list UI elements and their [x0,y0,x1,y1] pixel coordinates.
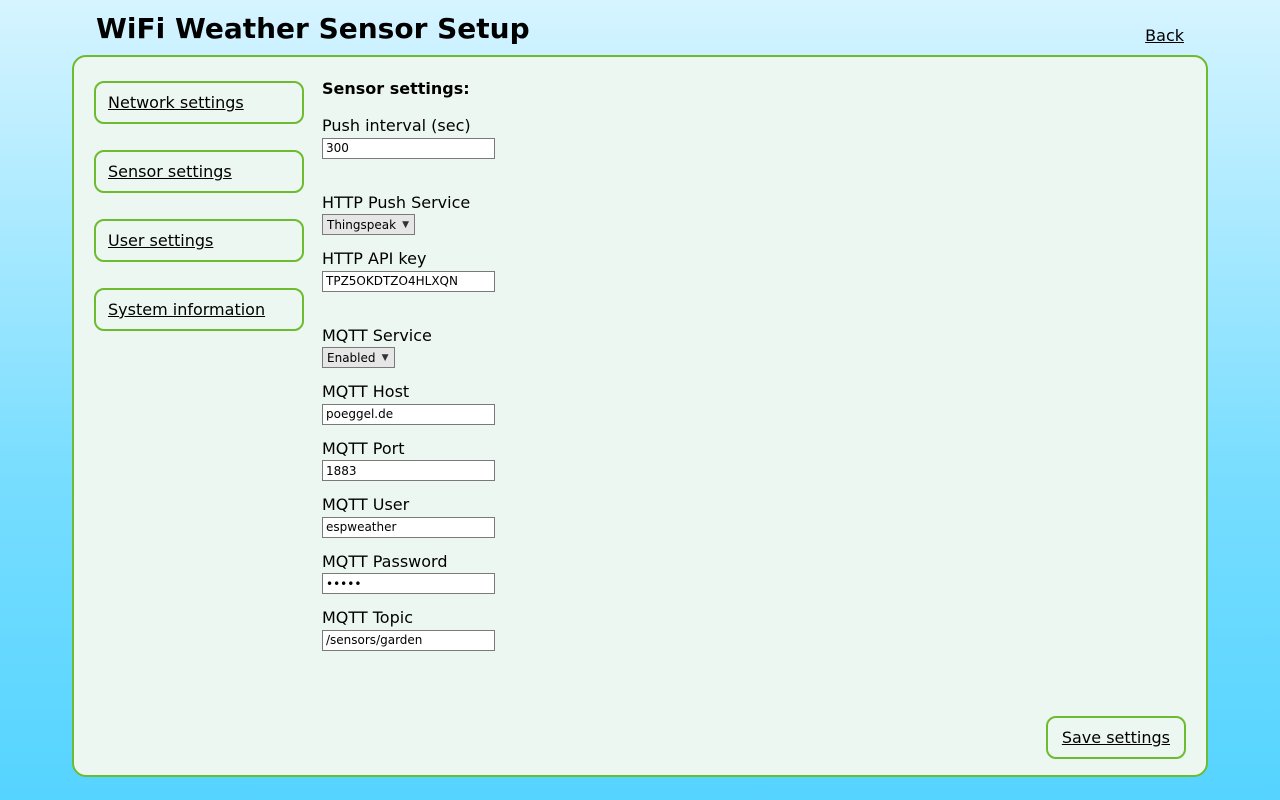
mqtt-user-label: MQTT User [322,495,1186,514]
page-title: WiFi Weather Sensor Setup [96,12,530,45]
mqtt-password-input[interactable] [322,573,495,594]
field-mqtt-user: MQTT User [322,495,1186,538]
mqtt-user-input[interactable] [322,517,495,538]
push-interval-label: Push interval (sec) [322,116,1186,135]
push-interval-input[interactable] [322,138,495,159]
mqtt-password-label: MQTT Password [322,552,1186,571]
http-push-service-select[interactable]: Thingspeak [322,214,415,235]
mqtt-host-input[interactable] [322,404,495,425]
mqtt-host-label: MQTT Host [322,382,1186,401]
mqtt-service-value: Enabled [327,351,376,365]
back-link[interactable]: Back [1145,26,1184,45]
field-mqtt-host: MQTT Host [322,382,1186,425]
field-push-interval: Push interval (sec) [322,116,1186,159]
mqtt-topic-input[interactable] [322,630,495,651]
sidebar: Network settings Sensor settings User se… [94,77,304,755]
field-mqtt-service: MQTT Service Enabled [322,326,1186,369]
mqtt-port-input[interactable] [322,460,495,481]
mqtt-service-select[interactable]: Enabled [322,347,395,368]
main-panel: Network settings Sensor settings User se… [72,55,1208,777]
http-push-service-value: Thingspeak [327,218,396,232]
field-http-api-key: HTTP API key [322,249,1186,292]
field-mqtt-port: MQTT Port [322,439,1186,482]
field-mqtt-topic: MQTT Topic [322,608,1186,651]
http-push-service-label: HTTP Push Service [322,193,1186,212]
mqtt-port-label: MQTT Port [322,439,1186,458]
sidebar-item-system-information[interactable]: System information [94,288,304,331]
save-settings-button[interactable]: Save settings [1046,716,1186,759]
sidebar-item-sensor-settings[interactable]: Sensor settings [94,150,304,193]
field-mqtt-password: MQTT Password [322,552,1186,595]
field-http-push-service: HTTP Push Service Thingspeak [322,193,1186,236]
content-area: Sensor settings: Push interval (sec) HTT… [304,77,1186,755]
http-api-key-label: HTTP API key [322,249,1186,268]
sidebar-item-user-settings[interactable]: User settings [94,219,304,262]
http-api-key-input[interactable] [322,271,495,292]
sidebar-item-network-settings[interactable]: Network settings [94,81,304,124]
mqtt-topic-label: MQTT Topic [322,608,1186,627]
section-heading: Sensor settings: [322,79,1186,98]
mqtt-service-label: MQTT Service [322,326,1186,345]
